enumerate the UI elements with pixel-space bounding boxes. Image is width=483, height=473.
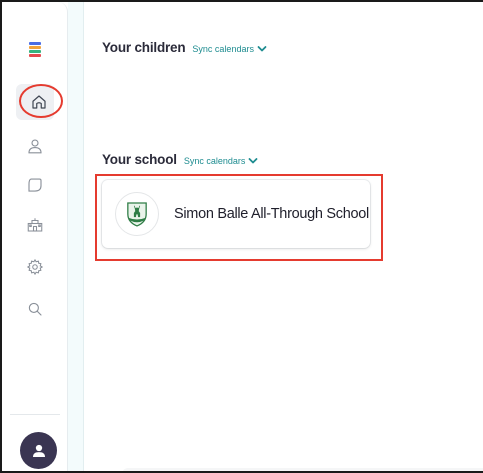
sidebar-item-school[interactable] bbox=[23, 213, 47, 237]
app-window: Your children Sync calendars Your school… bbox=[0, 0, 483, 473]
annotation-highlight-box bbox=[95, 174, 383, 261]
person-icon bbox=[32, 444, 45, 457]
user-icon bbox=[28, 139, 42, 154]
app-logo[interactable] bbox=[29, 42, 41, 57]
sidebar bbox=[2, 2, 68, 471]
sidebar-item-settings[interactable] bbox=[23, 255, 47, 279]
sidebar-item-search[interactable] bbox=[23, 297, 47, 321]
school-section-header: Your school Sync calendars bbox=[102, 152, 258, 167]
chevron-down-icon bbox=[257, 46, 267, 52]
sidebar-item-messages[interactable] bbox=[23, 173, 47, 197]
account-avatar[interactable] bbox=[20, 432, 57, 469]
children-section-title: Your children bbox=[102, 40, 186, 55]
search-icon bbox=[28, 302, 42, 316]
sidebar-edge bbox=[68, 2, 84, 471]
school-building-icon bbox=[27, 218, 43, 232]
chat-bubble-icon bbox=[28, 178, 42, 192]
school-section-title: Your school bbox=[102, 152, 177, 167]
children-section-header: Your children Sync calendars bbox=[102, 40, 267, 55]
annotation-circle bbox=[19, 84, 63, 118]
chevron-down-icon bbox=[248, 158, 258, 164]
school-sync-label: Sync calendars bbox=[183, 156, 246, 166]
children-sync-calendars-link[interactable]: Sync calendars bbox=[192, 44, 267, 54]
school-sync-calendars-link[interactable]: Sync calendars bbox=[184, 156, 259, 166]
gear-icon bbox=[26, 258, 44, 276]
sidebar-divider bbox=[10, 414, 60, 415]
sidebar-item-profile[interactable] bbox=[23, 134, 47, 158]
children-sync-label: Sync calendars bbox=[192, 44, 254, 54]
bottom-panel-edge bbox=[122, 468, 483, 471]
